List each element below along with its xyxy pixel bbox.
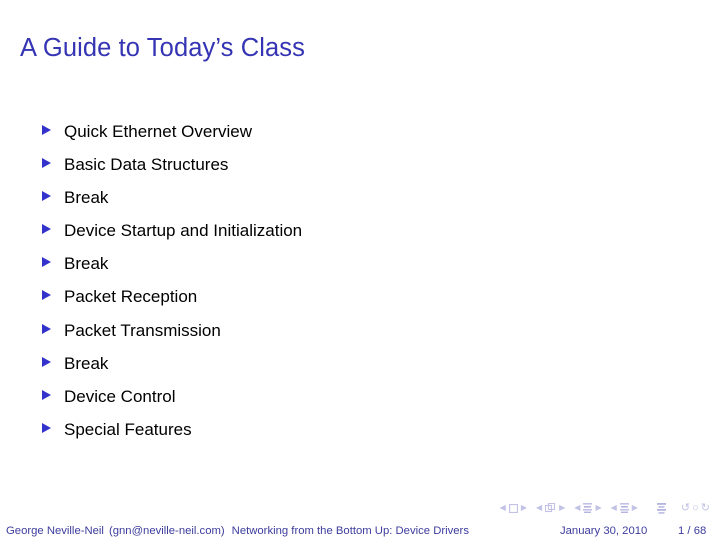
- list-item: Device Startup and Initialization: [42, 219, 642, 252]
- nav-group-section[interactable]: ◀ ▶: [611, 503, 638, 513]
- next-section-arrow-icon[interactable]: ▶: [632, 504, 638, 512]
- forward-icon[interactable]: ↻: [701, 502, 710, 514]
- list-item-label: Special Features: [64, 419, 192, 439]
- subsection-lines-icon[interactable]: [583, 503, 593, 513]
- bullet-triangle-icon: [42, 285, 64, 301]
- list-item-label: Packet Reception: [64, 287, 198, 307]
- prev-subsection-arrow-icon[interactable]: ◀: [574, 504, 580, 512]
- list-item-label: Break: [64, 353, 109, 373]
- section-lines-icon[interactable]: [619, 503, 629, 513]
- footer-email: (gnn@neville-neil.com): [108, 525, 225, 537]
- bullet-triangle-icon: [42, 385, 64, 400]
- nav-group-subsection[interactable]: ◀ ▶: [574, 503, 602, 513]
- list-item-label: Basic Data Structures: [64, 155, 229, 175]
- slide-canvas: A Guide to Today’s Class Quick Ethernet …: [0, 0, 720, 541]
- list-item: Break: [42, 352, 642, 385]
- next-subsection-arrow-icon[interactable]: ▶: [595, 504, 601, 512]
- list-item-label: Break: [64, 188, 109, 208]
- next-frame-arrow-icon[interactable]: ▶: [559, 504, 565, 512]
- prev-frame-arrow-icon[interactable]: ◀: [536, 504, 542, 512]
- list-item: Break: [42, 186, 642, 219]
- footer-page-number: 1 / 68: [678, 525, 707, 537]
- footer-author: George Neville-Neil: [6, 525, 104, 537]
- beamer-navigation-bar[interactable]: ◀ ▶ ◀ ▶ ◀ ▶ ◀ ▶ ↺ ○ ↻: [500, 500, 710, 516]
- bullet-triangle-icon: [42, 252, 64, 268]
- bullet-triangle-icon: [42, 153, 64, 169]
- list-item: Packet Reception: [42, 285, 642, 318]
- footer-left: George Neville-Neil (gnn@neville-neil.com…: [6, 522, 469, 541]
- bullet-triangle-icon: [42, 120, 64, 135]
- list-item: Special Features: [42, 418, 642, 451]
- bullet-triangle-icon: [42, 219, 64, 235]
- document-lines-icon[interactable]: [656, 502, 666, 514]
- agenda-list: Quick Ethernet Overview Basic Data Struc…: [42, 120, 642, 451]
- list-item: Quick Ethernet Overview: [42, 120, 642, 153]
- next-slide-arrow-icon[interactable]: ▶: [521, 504, 527, 512]
- prev-slide-arrow-icon[interactable]: ◀: [500, 504, 506, 512]
- list-item: Basic Data Structures: [42, 153, 642, 186]
- list-item-label: Device Control: [64, 386, 176, 406]
- bullet-triangle-icon: [42, 319, 64, 334]
- nav-history-controls[interactable]: ↺ ○ ↻: [681, 502, 710, 514]
- bullet-triangle-icon: [42, 352, 64, 367]
- bullet-triangle-icon: [42, 418, 64, 433]
- nav-group-frame[interactable]: ◀ ▶: [536, 503, 565, 513]
- back-icon[interactable]: ↺: [681, 502, 690, 514]
- list-item-label: Packet Transmission: [64, 320, 221, 340]
- prev-section-arrow-icon[interactable]: ◀: [611, 504, 617, 512]
- list-item: Device Control: [42, 385, 642, 418]
- slide-title: A Guide to Today’s Class: [20, 34, 305, 62]
- slide-square-icon[interactable]: [508, 503, 518, 513]
- frames-stack-icon[interactable]: [545, 503, 556, 513]
- footer-date: January 30, 2010: [560, 525, 648, 537]
- footer-presentation-title: Networking from the Bottom Up: Device Dr…: [231, 525, 469, 537]
- find-icon[interactable]: ○: [692, 502, 699, 514]
- list-item-label: Quick Ethernet Overview: [64, 122, 253, 141]
- bullet-triangle-icon: [42, 186, 64, 202]
- footer: George Neville-Neil (gnn@neville-neil.com…: [0, 522, 720, 541]
- list-item: Packet Transmission: [42, 319, 642, 352]
- nav-group-slide[interactable]: ◀ ▶: [500, 503, 527, 513]
- list-item-label: Device Startup and Initialization: [64, 221, 303, 241]
- list-item-label: Break: [64, 254, 109, 274]
- list-item: Break: [42, 252, 642, 285]
